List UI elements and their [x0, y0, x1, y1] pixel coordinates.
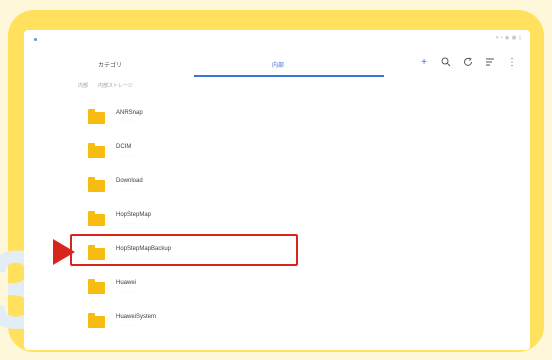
folder-meta: · · · · · · · · [116, 221, 135, 226]
tab-categories[interactable]: カテゴリ [98, 60, 122, 69]
folder-name: DCIM [116, 144, 132, 150]
folder-meta: · · · · · · · · [116, 323, 135, 328]
tab-internal[interactable]: 内部 [272, 60, 284, 69]
status-bar: ▾ • ◉ ▣ ▯ [24, 30, 530, 46]
highlight-box [70, 234, 298, 266]
notification-dot [34, 38, 37, 41]
folder-meta: · · · · · · · · [116, 187, 135, 192]
pointer-arrow-icon [53, 239, 75, 265]
list-item[interactable]: ANRSnap · · · · · · · · [82, 100, 402, 134]
folder-icon [88, 279, 105, 294]
sort-icon[interactable] [484, 56, 496, 68]
folder-icon [88, 109, 105, 124]
breadcrumb: 内部 内部ストレージ [78, 82, 133, 89]
folder-icon [88, 143, 105, 158]
active-tab-indicator [194, 75, 384, 77]
list-item[interactable]: HopStepMap · · · · · · · · [82, 202, 402, 236]
folder-icon [88, 211, 105, 226]
folder-meta: · · · · · · · · [116, 289, 135, 294]
folder-name: Huawei [116, 280, 137, 286]
search-icon[interactable] [440, 56, 452, 68]
list-item[interactable]: HuaweiSystem · · · · · · · · [82, 304, 402, 338]
folder-name: Download [116, 178, 143, 184]
folder-meta: · · · · · · · · [116, 119, 135, 124]
folder-name: HopStepMap [116, 212, 152, 218]
folder-meta: · · · · · · · · [116, 153, 135, 158]
more-icon[interactable]: ⋮ [506, 56, 518, 68]
folder-icon [88, 313, 105, 328]
folder-icon [88, 177, 105, 192]
breadcrumb-current[interactable]: 内部ストレージ [98, 82, 133, 89]
file-list: ANRSnap · · · · · · · · DCIM · · · · · ·… [82, 100, 402, 338]
add-glyph: + [421, 56, 427, 68]
status-icons: ▾ • ◉ ▣ ▯ [495, 35, 522, 41]
more-glyph: ⋮ [507, 56, 517, 68]
list-item[interactable]: Download · · · · · · · · [82, 168, 402, 202]
list-item[interactable]: Huawei · · · · · · · · [82, 270, 402, 304]
folder-name: HuaweiSystem [116, 314, 157, 320]
breadcrumb-root[interactable]: 内部 [78, 82, 88, 89]
toolbar: + ⋮ [418, 56, 518, 68]
refresh-icon[interactable] [462, 56, 474, 68]
list-item[interactable]: DCIM · · · · · · · · [82, 134, 402, 168]
tablet-screen: ▾ • ◉ ▣ ▯ カテゴリ 内部 + ⋮ 内部 内部ストレージ ANRSnap… [24, 30, 530, 350]
add-icon[interactable]: + [418, 56, 430, 68]
folder-name: ANRSnap [116, 110, 143, 116]
